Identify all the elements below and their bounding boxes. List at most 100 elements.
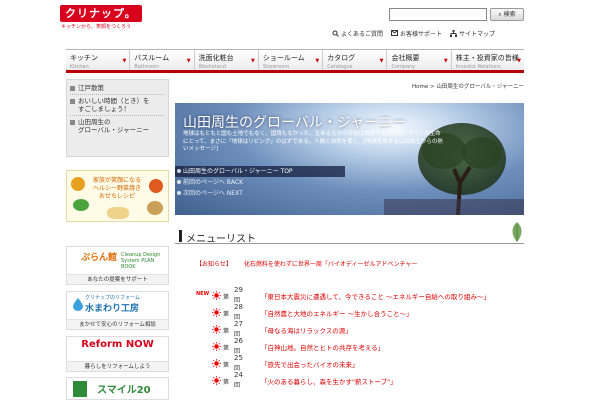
sitemap-link-label: サイトマップ — [459, 30, 496, 38]
notice[interactable]: 【お知らせ】 化石燃料を使わずに世界一周「バイオディーゼルアドベンチャー — [196, 259, 417, 268]
chevron-down-icon: ▼ — [251, 58, 255, 64]
section-title-text: メニューリスト — [186, 234, 256, 245]
chevron-down-icon: ▼ — [186, 58, 191, 64]
banner-title: Reform NOW — [81, 339, 154, 350]
nav-item-bathroom[interactable]: バスルーム Bathroom ▼ — [130, 50, 195, 70]
breadcrumb[interactable]: Home > 山田周生のグローバル・ジャーニー — [412, 82, 524, 90]
nav-label: 会社概要 — [391, 54, 420, 62]
nav-item-washstand[interactable]: 洗面化粧台 Washstand ▼ — [195, 50, 259, 70]
back-link[interactable]: 前回のページへ BACK — [175, 177, 345, 188]
sun-bullet-icon — [212, 376, 221, 385]
plan-book-banner[interactable]: ぷらん館 Cleanup Design System PLAN BOOK あなた… — [66, 246, 169, 285]
vegetable-illustration — [149, 179, 163, 193]
list-item[interactable]: NEW 第 29 回 「東日本大震災に遭遇して、今できること ～エネルギー自給へ… — [196, 286, 524, 305]
banner-title: 水まわり工房 — [85, 304, 140, 314]
episode-number: 29 — [234, 286, 243, 294]
episode-number: 27 — [234, 320, 243, 328]
notice-label: 【お知らせ】 — [196, 261, 232, 268]
episode-prefix: 第 — [223, 345, 230, 352]
bullet-icon — [70, 99, 75, 104]
hero-title: 山田周生のグローバル・ジャーニー — [183, 115, 407, 131]
tagline: キッチンから、笑顔をつくろう — [61, 24, 132, 30]
sidebar-item-global-journey[interactable]: 山田周生の グローバル・ジャーニー — [70, 116, 165, 136]
nav-label: ショールーム — [262, 54, 305, 62]
nav-sublabel: Kitchen — [70, 64, 89, 70]
banner-caption: 暮らしをリフォームしよう — [67, 361, 168, 371]
search-button[interactable]: ⌕ 検索 — [490, 8, 524, 21]
nav-label: キッチン — [70, 54, 98, 62]
hero-banner: 山田周生のグローバル・ジャーニー 地球はもともと国も土地でもなく、国境もなかった… — [175, 103, 524, 215]
list-item[interactable]: 第 26 回 「白神山地。自然とヒトの共存を考える」 — [196, 338, 524, 355]
recipe-banner-text: 家族が笑顔になる ヘルシー野菜焼き おせちレシピ — [92, 177, 141, 200]
nav-sublabel: Investor Relations — [455, 64, 501, 70]
episode-prefix: 第 — [223, 328, 230, 335]
nav-item-investor[interactable]: 株主・投資家の皆様 Investor Relations ▼ — [452, 50, 524, 70]
chevron-down-icon: ▼ — [517, 58, 521, 64]
journey-top-link[interactable]: 山田周生のグローバル・ジャーニー TOP — [175, 166, 345, 177]
sun-bullet-icon — [212, 342, 221, 351]
list-item[interactable]: 第 27 回 「母なる海はリラックスの源」 — [196, 321, 524, 338]
episode-list: NEW 第 29 回 「東日本大震災に遭遇して、今できること ～エネルギー自給へ… — [196, 286, 524, 390]
vegetable-illustration — [71, 177, 85, 191]
nav-item-company[interactable]: 会社概要 Company ▼ — [387, 50, 452, 70]
search-button-label: 検索 — [503, 11, 516, 18]
nav-item-kitchen[interactable]: キッチン Kitchen ▼ — [66, 50, 131, 70]
recipe-banner[interactable]: 家族が笑顔になる ヘルシー野菜焼き おせちレシピ — [66, 170, 169, 222]
episode-number: 28 — [234, 303, 243, 311]
sitemap-icon — [450, 29, 458, 37]
support-link[interactable]: お客様サポート — [391, 29, 442, 38]
section-title: メニューリスト — [175, 222, 524, 245]
episode-prefix: 第 — [223, 379, 230, 386]
support-link-label: お客様サポート — [400, 30, 443, 38]
water-drop-icon — [73, 298, 83, 311]
mizumawari-koubou-banner[interactable]: クリナップのリフォーム 水まわり工房 まかせて安心のリフォーム相談 — [66, 291, 169, 330]
search-icon: ⌕ — [498, 11, 502, 18]
nav-label: カタログ — [327, 54, 356, 62]
hero-links: 山田周生のグローバル・ジャーニー TOP 前回のページへ BACK 次回のページ… — [175, 166, 345, 199]
list-item[interactable]: 第 25 回 「旅先で出会ったバイオの未来」 — [196, 355, 524, 372]
search-input[interactable] — [389, 8, 487, 21]
episode-title: 「東日本大震災に遭遇して、今できること ～エネルギー自給への取り組み～」 — [261, 293, 490, 301]
nav-label: 洗面化粧台 — [198, 54, 234, 62]
hero-description: 地球はもともと国も土地でもなく、国境もなかった。生あるものの存在は自然であり自然… — [183, 131, 443, 152]
sidebar-item-oishii[interactable]: おいしい時間（とき）を すごしましょう！ — [70, 95, 165, 116]
sun-bullet-icon — [212, 325, 221, 334]
episode-title: 「自然農と大地のエネルギー ～生かし合うこと～」 — [261, 310, 413, 318]
nav-label: 株主・投資家の皆様 — [455, 54, 519, 62]
list-item[interactable]: 第 28 回 「自然農と大地のエネルギー ～生かし合うこと～」 — [196, 304, 524, 321]
smile20-badge-icon — [73, 381, 87, 397]
nav-item-catalogue[interactable]: カタログ Catalogue ▼ — [323, 50, 388, 70]
cleanup-logo[interactable]: クリナップ。 — [60, 5, 142, 22]
banner-caption: あなたの提案をサポート — [67, 274, 168, 284]
bullet-icon — [70, 86, 75, 91]
new-badge: NEW — [196, 291, 210, 297]
episode-title: 「白神山地。自然とヒトの共存を考える」 — [261, 344, 385, 352]
episode-title: 「火のある暮らし、森を生かす"薪ストーブ"」 — [261, 378, 397, 386]
reform-now-banner[interactable]: Reform NOW 暮らしをリフォームしよう — [66, 336, 169, 372]
sidebar-menu: 江戸散策 おいしい時間（とき）を すごしましょう！ 山田周生の グローバル・ジャ… — [66, 79, 169, 157]
sun-bullet-icon — [212, 359, 221, 368]
banner-title: スマイル20 — [97, 385, 151, 396]
next-link[interactable]: 次回のページへ NEXT — [175, 188, 345, 199]
header: クリナップ。 キッチンから、笑顔をつくろう ⌕ 検索 よくあるご質問 お客様サポ… — [0, 0, 600, 46]
vegetable-illustration — [147, 201, 163, 215]
chevron-down-icon: ▼ — [315, 58, 320, 64]
nav-item-showroom[interactable]: ショールーム Showroom ▼ — [259, 50, 324, 70]
leaf-icon — [512, 222, 522, 242]
episode-prefix: 第 — [223, 294, 230, 301]
nav-sublabel: Catalogue — [327, 64, 353, 70]
episode-title: 「母なる海はリラックスの源」 — [261, 327, 352, 335]
sitemap-link[interactable]: サイトマップ — [450, 29, 495, 38]
episode-prefix: 第 — [223, 362, 230, 369]
chevron-down-icon: ▼ — [122, 58, 127, 64]
sidebar-item-edo[interactable]: 江戸散策 — [70, 82, 165, 95]
mail-icon — [391, 30, 399, 36]
sidebar-item-label: おいしい時間（とき）を すごしましょう！ — [78, 97, 150, 113]
smile20-banner[interactable]: スマイル20 — [66, 377, 169, 400]
global-nav: キッチン Kitchen ▼ バスルーム Bathroom ▼ 洗面化粧台 Washsta… — [66, 49, 524, 73]
faq-link[interactable]: よくあるご質問 — [332, 29, 383, 38]
chevron-down-icon: ▼ — [443, 58, 448, 64]
list-item[interactable]: 第 24 回 「火のある暮らし、森を生かす"薪ストーブ"」 — [196, 372, 524, 389]
sidebar-item-label: 山田周生の グローバル・ジャーニー — [78, 118, 150, 134]
nav-label: バスルーム — [134, 54, 170, 62]
